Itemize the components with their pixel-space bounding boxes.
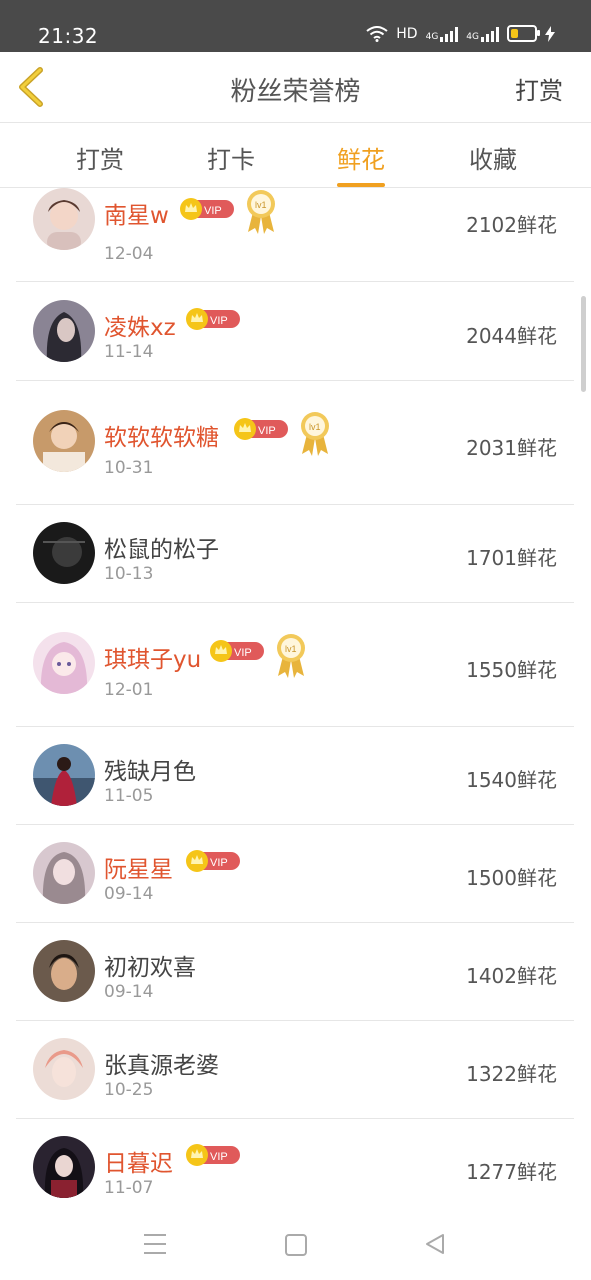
list-item[interactable]: 琪琪子yu VIP lv1 12-01 1550鲜花	[16, 602, 574, 727]
vip-badge-icon: VIP	[186, 850, 240, 872]
vip-badge-icon: VIP	[180, 198, 234, 220]
list-item[interactable]: 张真源老婆 10-25 1322鲜花	[16, 1020, 574, 1119]
avatar	[33, 188, 95, 250]
tab-bar: 打赏 打卡 鲜花 收藏	[0, 123, 591, 188]
flower-count: 1500鲜花	[466, 866, 557, 890]
svg-text:VIP: VIP	[210, 315, 228, 327]
status-bar: 21:32 HD 4G 4G	[0, 0, 591, 52]
tab-reward[interactable]: 打赏	[76, 140, 124, 175]
flower-count: 1550鲜花	[466, 658, 557, 682]
vip-badge-icon: VIP	[210, 640, 264, 662]
system-nav-bar	[0, 1210, 591, 1280]
avatar	[33, 632, 95, 694]
medal-icon: lv1	[277, 634, 305, 678]
flower-count: 2031鲜花	[466, 436, 557, 460]
battery-icon	[507, 25, 540, 42]
avatar	[33, 1038, 95, 1100]
svg-text:lv1: lv1	[255, 200, 267, 210]
user-name: 软软软软糖	[104, 425, 219, 451]
avatar	[33, 940, 95, 1002]
user-name: 初初欢喜	[104, 955, 196, 981]
user-name: 琪琪子yu	[104, 647, 202, 673]
svg-text:lv1: lv1	[309, 422, 321, 432]
svg-text:VIP: VIP	[234, 647, 252, 659]
list-item[interactable]: 阮星星 VIP 09-14 1500鲜花	[16, 824, 574, 923]
date: 10-13	[104, 564, 154, 584]
list-item[interactable]: 残缺月色 11-05 1540鲜花	[16, 726, 574, 825]
user-name: 残缺月色	[104, 759, 196, 785]
vip-badge-icon: VIP	[234, 418, 288, 440]
app-header: 粉丝荣誉榜 打赏	[0, 52, 591, 123]
date: 11-07	[104, 1178, 154, 1198]
flower-count: 1402鲜花	[466, 964, 557, 988]
hd-label: HD	[396, 25, 418, 42]
status-icons: HD 4G 4G	[366, 25, 555, 42]
user-name: 阮星星	[104, 857, 173, 883]
wifi-icon	[366, 25, 388, 42]
user-name: 日暮迟	[104, 1151, 173, 1177]
flower-count: 2044鲜花	[466, 324, 557, 348]
svg-text:lv1: lv1	[285, 644, 297, 654]
list-item[interactable]: 凌姝xz VIP 11-14 2044鲜花	[16, 282, 574, 381]
date: 10-25	[104, 1080, 154, 1100]
back-triangle-icon[interactable]	[424, 1232, 446, 1256]
flower-count: 1277鲜花	[466, 1160, 557, 1184]
medal-icon: lv1	[247, 190, 275, 234]
home-icon[interactable]	[285, 1234, 307, 1256]
list-item[interactable]: 初初欢喜 09-14 1402鲜花	[16, 922, 574, 1021]
page-title: 粉丝荣誉榜	[230, 77, 361, 107]
avatar	[33, 744, 95, 806]
avatar	[33, 410, 95, 472]
status-time: 21:32	[38, 24, 99, 48]
user-name: 张真源老婆	[104, 1053, 219, 1079]
vip-badge-icon: VIP	[186, 308, 240, 330]
list-item[interactable]: 软软软软糖 VIP lv1 10-31 2031鲜花	[16, 380, 574, 505]
vip-badge-icon: VIP	[186, 1144, 240, 1166]
menu-icon[interactable]	[144, 1234, 166, 1254]
date: 09-14	[104, 884, 154, 904]
date: 12-04	[104, 244, 154, 264]
avatar	[33, 842, 95, 904]
reward-button[interactable]: 打赏	[515, 71, 563, 106]
list-item[interactable]: 南星w VIP lv1 12-04 2102鲜花	[16, 188, 574, 282]
date: 12-01	[104, 680, 154, 700]
avatar	[33, 522, 95, 584]
svg-text:VIP: VIP	[258, 425, 276, 437]
medal-icon: lv1	[301, 412, 329, 456]
date: 10-31	[104, 458, 154, 478]
flower-count: 2102鲜花	[466, 213, 557, 237]
flower-count: 1322鲜花	[466, 1062, 557, 1086]
flower-count: 1701鲜花	[466, 546, 557, 570]
signal-icon-2: 4G	[466, 26, 499, 42]
flower-count: 1540鲜花	[466, 768, 557, 792]
date: 11-05	[104, 786, 154, 806]
tab-checkin[interactable]: 打卡	[207, 140, 255, 175]
date: 09-14	[104, 982, 154, 1002]
avatar	[33, 1136, 95, 1198]
list-item[interactable]: 松鼠的松子 10-13 1701鲜花	[16, 504, 574, 603]
signal-icon: 4G	[426, 26, 459, 42]
user-name: 凌姝xz	[104, 315, 176, 341]
list-item[interactable]: 日暮迟 VIP 11-07 1277鲜花	[16, 1118, 574, 1208]
avatar	[33, 300, 95, 362]
user-name: 松鼠的松子	[104, 537, 219, 563]
scrollbar[interactable]	[581, 296, 586, 392]
date: 11-14	[104, 342, 154, 362]
fan-ranking-list: 南星w VIP lv1 12-04 2102鲜花 凌姝xz VIP 11-14 …	[16, 188, 574, 1208]
svg-text:VIP: VIP	[210, 1151, 228, 1163]
charging-icon	[545, 25, 555, 42]
user-name: 南星w	[104, 203, 169, 229]
svg-text:VIP: VIP	[204, 205, 222, 217]
svg-text:VIP: VIP	[210, 857, 228, 869]
tab-flowers[interactable]: 鲜花	[337, 140, 385, 187]
tab-favorites[interactable]: 收藏	[469, 140, 517, 175]
